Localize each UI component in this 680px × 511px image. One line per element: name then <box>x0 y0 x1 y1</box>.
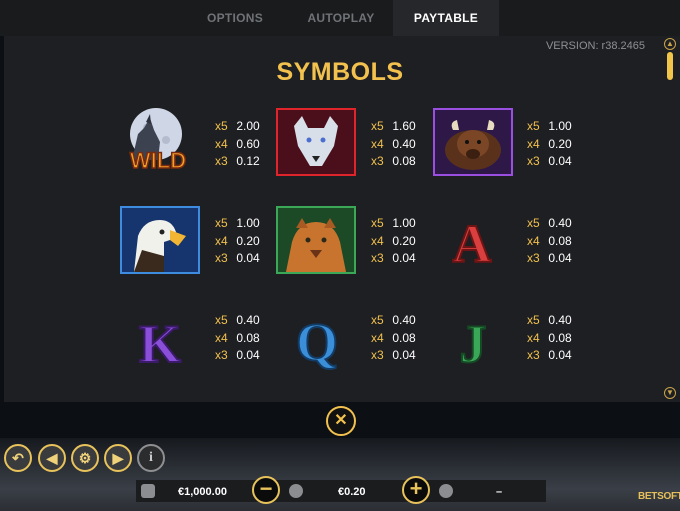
settings-icon: ⚙ <box>78 450 92 466</box>
next-icon: ▶ <box>112 450 124 466</box>
scroll-down-button[interactable]: ▼ <box>664 387 676 399</box>
letter-q-icon: Q <box>295 311 339 372</box>
minus-icon: − <box>259 476 273 501</box>
scroll-up-button[interactable]: ▲ <box>664 38 676 50</box>
symbol-letter-k: K <box>120 304 200 372</box>
letter-j-icon: J <box>459 313 488 372</box>
symbol-white-wolf <box>276 108 356 176</box>
symbol-eagle <box>120 206 200 274</box>
increase-bet-button[interactable]: + <box>402 476 430 504</box>
symbol-letter-a: A <box>432 204 512 272</box>
pay-values-eagle: x5 1.00 x4 0.20 x3 0.04 <box>215 216 260 265</box>
svg-text:A: A <box>453 214 492 272</box>
close-button[interactable]: ✕ <box>326 406 356 436</box>
pay-values-cougar: x5 1.00 x4 0.20 x3 0.04 <box>371 216 416 265</box>
scrollbar-thumb[interactable] <box>667 52 673 80</box>
wallet-icon <box>141 484 155 498</box>
betsoft-logo: BETSOFT <box>638 491 680 502</box>
symbol-cougar <box>276 206 356 274</box>
letter-k-icon: K <box>138 313 182 372</box>
pay-values-letter-j: x5 0.40 x4 0.08 x3 0.04 <box>527 313 572 362</box>
bet-value: €0.20 <box>338 486 366 498</box>
prev-page-button[interactable]: ◀ <box>38 444 66 472</box>
pay-values-white-wolf: x5 1.60 x4 0.40 x3 0.08 <box>371 119 416 168</box>
tab-bar: OPTIONS AUTOPLAY PAYTABLE <box>0 0 680 36</box>
wild-wolf-icon: WILD <box>129 108 187 172</box>
decrease-bet-button[interactable]: − <box>252 476 280 504</box>
pay-values-letter-a: x5 0.40 x4 0.08 x3 0.04 <box>527 216 572 265</box>
coins-icon <box>289 484 303 498</box>
svg-text:Q: Q <box>296 312 338 372</box>
prev-icon: ◀ <box>46 450 58 466</box>
eagle-icon <box>120 206 200 274</box>
info-icon: i <box>149 450 153 465</box>
balance-value: €1,000.00 <box>178 486 227 498</box>
version-label: VERSION: r38.2465 <box>545 40 645 52</box>
pay-values-letter-k: x5 0.40 x4 0.08 x3 0.04 <box>215 313 260 362</box>
symbol-letter-q: Q <box>277 304 357 372</box>
plus-icon: + <box>409 476 423 501</box>
tab-options[interactable]: OPTIONS <box>175 0 295 36</box>
svg-text:WILD: WILD <box>130 148 186 172</box>
pay-values-wild-wolf: x5 2.00 x4 0.60 x3 0.12 <box>215 119 260 168</box>
next-page-button[interactable]: ▶ <box>104 444 132 472</box>
page-title: SYMBOLS <box>276 58 404 86</box>
close-icon: ✕ <box>334 412 348 429</box>
pay-values-letter-q: x5 0.40 x4 0.08 x3 0.04 <box>371 313 416 362</box>
letter-a-icon: A <box>452 213 493 272</box>
tab-paytable[interactable]: PAYTABLE <box>393 0 499 36</box>
symbol-letter-j: J <box>433 304 513 372</box>
svg-text:K: K <box>139 314 181 372</box>
cougar-icon <box>276 206 356 274</box>
award-icon <box>439 484 453 498</box>
back-button[interactable]: ↶ <box>4 444 32 472</box>
settings-button[interactable]: ⚙ <box>71 444 99 472</box>
symbol-wild-wolf: WILD <box>118 104 198 172</box>
tab-autoplay[interactable]: AUTOPLAY <box>282 0 400 36</box>
back-icon: ↶ <box>12 450 24 466</box>
pay-values-bison: x5 1.00 x4 0.20 x3 0.04 <box>527 119 572 168</box>
white-wolf-icon <box>276 108 356 176</box>
bison-icon <box>433 108 513 176</box>
win-value: – <box>496 486 503 498</box>
svg-text:J: J <box>460 314 487 372</box>
symbol-bison <box>433 108 513 176</box>
info-button[interactable]: i <box>137 444 165 472</box>
paytable-screen: OPTIONS AUTOPLAY PAYTABLE VERSION: r38.2… <box>0 0 680 511</box>
